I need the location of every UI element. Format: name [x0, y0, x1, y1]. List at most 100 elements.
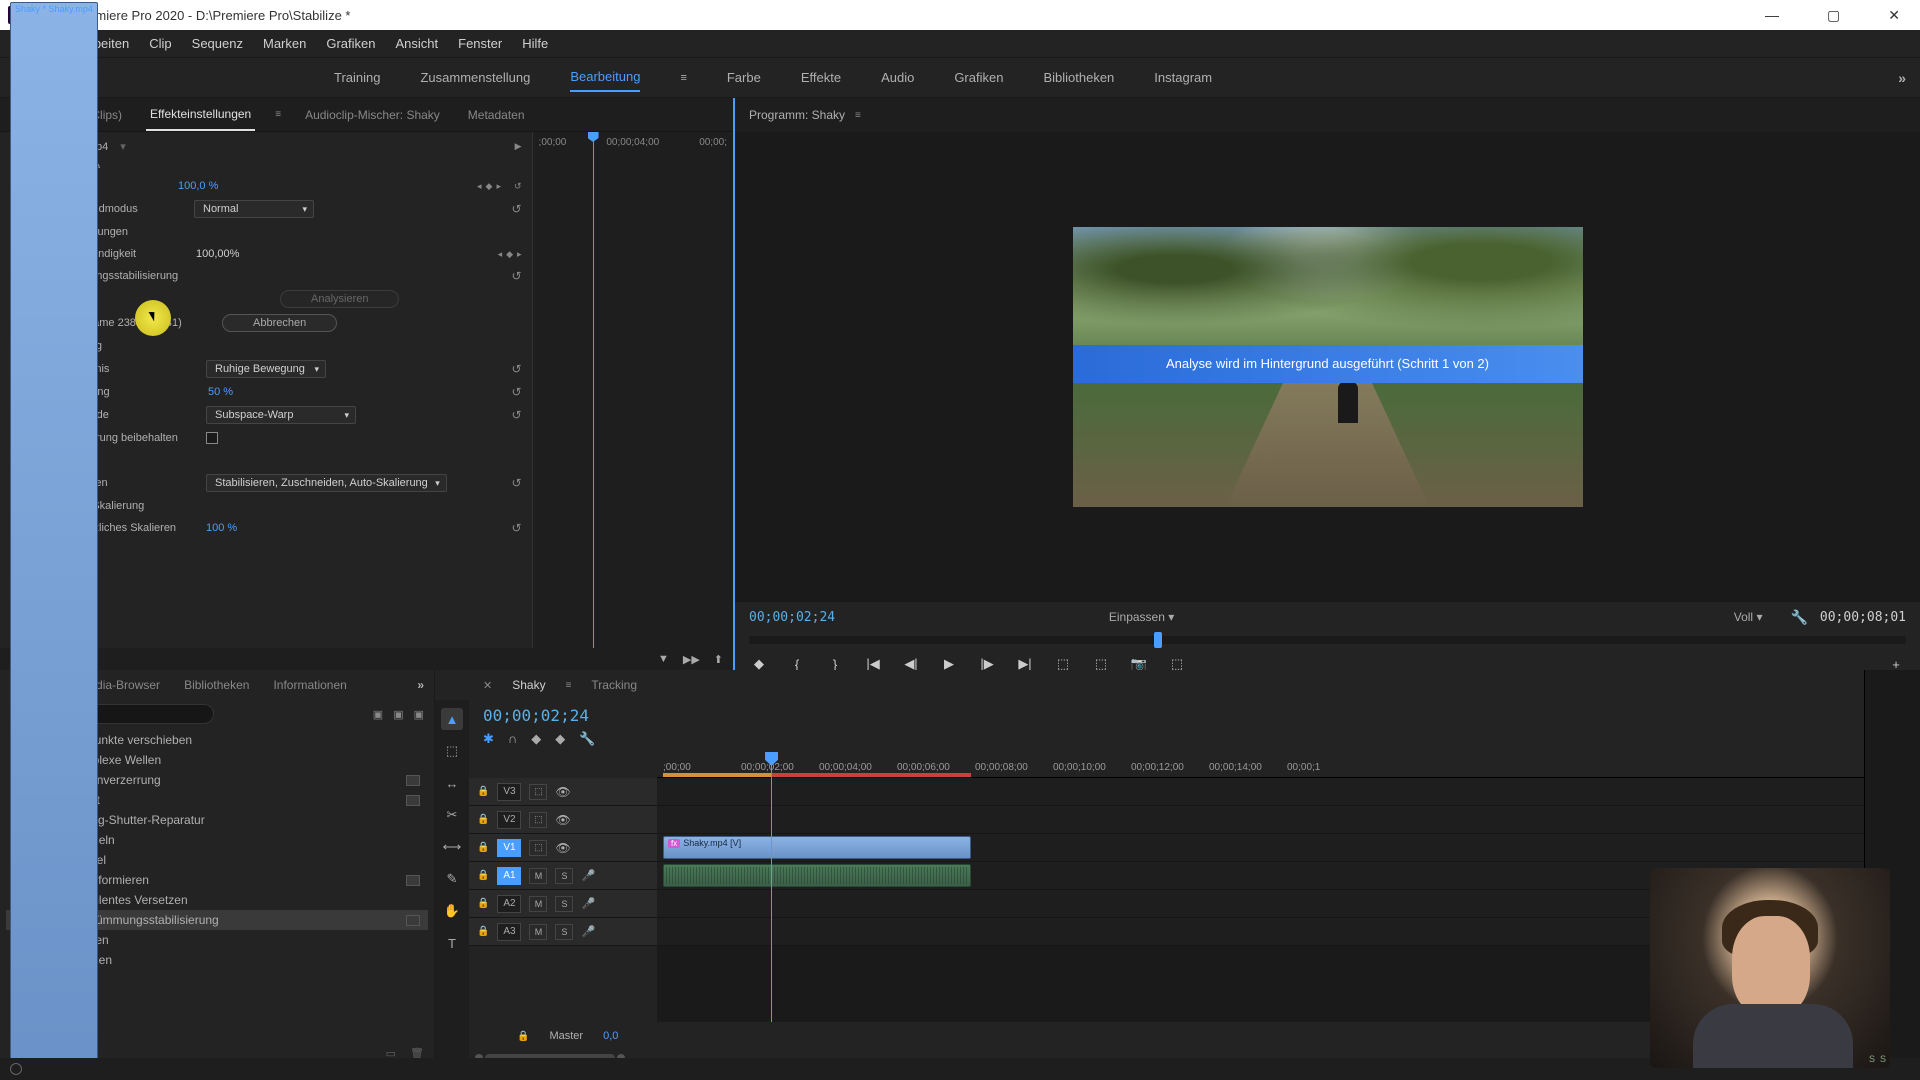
workspace-overflow-icon[interactable]: »	[1898, 70, 1906, 86]
solo-button[interactable]: S	[555, 896, 573, 912]
master-value[interactable]: 0,0	[603, 1030, 618, 1042]
track-header[interactable]: 🔒 A1 MS🎤	[469, 862, 657, 890]
ec-playhead[interactable]	[593, 132, 594, 648]
eye-icon[interactable]: 👁	[555, 813, 570, 827]
menu-clip[interactable]: Clip	[139, 32, 181, 55]
play-icon[interactable]: ▶▶	[683, 653, 700, 666]
track-select-tool-icon[interactable]: ⬚	[441, 740, 463, 762]
slip-tool-icon[interactable]: ⟷	[441, 836, 463, 858]
menu-sequenz[interactable]: Sequenz	[182, 32, 253, 55]
workspace-zusammenstellung[interactable]: Zusammenstellung	[420, 64, 530, 91]
sync-lock-icon[interactable]: ⬚	[529, 812, 547, 828]
track-header[interactable]: 🔒 V1 ⬚ 👁	[469, 834, 657, 862]
workspace-audio[interactable]: Audio	[881, 64, 914, 91]
video-track-lane[interactable]: fxShaky.mp4 [V]	[657, 834, 1864, 862]
video-clip[interactable]: fxShaky.mp4 [V]	[663, 836, 971, 859]
workspace-instagram[interactable]: Instagram	[1154, 64, 1212, 91]
eye-icon[interactable]: 👁	[555, 841, 570, 855]
reset-icon[interactable]: ↺	[511, 269, 521, 283]
reset-icon[interactable]: ↺	[514, 181, 522, 192]
overflow-icon[interactable]: »	[417, 678, 424, 692]
opacity-value[interactable]: 100,0 %	[178, 180, 218, 192]
timeline-playhead[interactable]	[771, 752, 772, 1022]
menu-ansicht[interactable]: Ansicht	[385, 32, 448, 55]
workspace-bearbeitung[interactable]: Bearbeitung	[570, 63, 640, 92]
tab-effect-controls[interactable]: Effekteinstellungen	[146, 99, 255, 131]
sync-lock-icon[interactable]: ⬚	[529, 840, 547, 856]
voice-over-icon[interactable]: 🎤	[581, 925, 595, 938]
reset-icon[interactable]: ↺	[511, 408, 521, 422]
addscale-value[interactable]: 100 %	[206, 522, 237, 534]
lock-icon[interactable]: 🔒	[477, 898, 489, 909]
panel-menu-icon[interactable]: ≡	[275, 109, 281, 120]
track-header[interactable]: 🔒 A3 MS 🎤	[469, 918, 657, 946]
voice-over-icon[interactable]: 🎤	[581, 897, 595, 910]
preset-icon[interactable]: ▣	[414, 708, 424, 721]
razor-tool-icon[interactable]: ✂	[441, 804, 463, 826]
add-key-icon[interactable]: ◆	[506, 249, 513, 260]
marker-icon[interactable]: ◆	[531, 731, 541, 747]
track-target[interactable]: A2	[497, 895, 521, 913]
track-target[interactable]: V2	[497, 811, 521, 829]
solo-button[interactable]: S	[555, 924, 573, 940]
framing-dropdown[interactable]: Stabilisieren, Zuschneiden, Auto-Skalier…	[206, 474, 447, 492]
tab-metadata[interactable]: Metadaten	[464, 100, 529, 130]
reset-icon[interactable]: ↺	[511, 385, 521, 399]
snap-icon[interactable]: ✱	[483, 731, 494, 747]
voice-over-icon[interactable]: 🎤	[581, 869, 595, 882]
lock-icon[interactable]: 🔒	[517, 1031, 529, 1042]
ripple-tool-icon[interactable]: ↔	[441, 772, 463, 794]
workspace-bibliotheken[interactable]: Bibliotheken	[1043, 64, 1114, 91]
close-button[interactable]: ✕	[1876, 3, 1912, 28]
sequence-clip-label[interactable]: Shaky * Shaky.mp4	[10, 132, 98, 648]
program-monitor[interactable]: Analyse wird im Hintergrund ausgeführt (…	[1073, 227, 1583, 507]
track-target[interactable]: V3	[497, 783, 521, 801]
settings-icon[interactable]: 🔧	[1790, 609, 1807, 626]
preset-folder-icon[interactable]: ▣	[373, 708, 383, 721]
timeline-timecode[interactable]: 00;00;02;24	[483, 706, 1850, 725]
workspace-training[interactable]: Training	[334, 64, 380, 91]
hand-tool-icon[interactable]: ✋	[441, 900, 463, 922]
tab-info[interactable]: Informationen	[273, 678, 346, 692]
wrench-icon[interactable]: 🔧	[579, 731, 595, 747]
video-track-lane[interactable]	[657, 778, 1864, 806]
sync-lock-icon[interactable]: ⬚	[529, 784, 547, 800]
mute-button[interactable]: M	[529, 868, 547, 884]
add-key-icon[interactable]: ◆	[486, 181, 493, 192]
lock-icon[interactable]: 🔒	[477, 926, 489, 937]
play-only-icon[interactable]: ▶	[515, 141, 522, 152]
prev-key-icon[interactable]: ◂	[498, 249, 503, 260]
reset-icon[interactable]: ↺	[511, 362, 521, 376]
lock-icon[interactable]: 🔒	[477, 842, 489, 853]
workspace-farbe[interactable]: Farbe	[727, 64, 761, 91]
lock-icon[interactable]: 🔒	[477, 870, 489, 881]
tab-libraries[interactable]: Bibliotheken	[184, 678, 249, 692]
tab-audio-mixer[interactable]: Audioclip-Mischer: Shaky	[301, 100, 444, 130]
preserve-scale-checkbox[interactable]	[206, 432, 218, 444]
program-timecode-current[interactable]: 00;00;02;24	[749, 610, 835, 625]
reset-icon[interactable]: ↺	[511, 202, 521, 216]
solo-button[interactable]: S	[555, 868, 573, 884]
video-track-lane[interactable]	[657, 806, 1864, 834]
track-header[interactable]: 🔒 A2 MS🎤	[469, 890, 657, 918]
workspace-grafiken[interactable]: Grafiken	[954, 64, 1003, 91]
workspace-menu-icon[interactable]: ≡	[680, 72, 686, 84]
lock-icon[interactable]: 🔒	[477, 814, 489, 825]
track-target[interactable]: A3	[497, 923, 521, 941]
maximize-button[interactable]: ▢	[1815, 3, 1852, 28]
reset-icon[interactable]: ↺	[511, 521, 521, 535]
selection-tool-icon[interactable]: ▲	[441, 708, 463, 730]
track-target[interactable]: V1	[497, 839, 521, 857]
menu-fenster[interactable]: Fenster	[448, 32, 512, 55]
menu-grafiken[interactable]: Grafiken	[316, 32, 385, 55]
method-dropdown[interactable]: Subspace-Warp	[206, 406, 356, 424]
eye-icon[interactable]: 👁	[555, 785, 570, 799]
program-scrubber[interactable]	[749, 636, 1906, 644]
workspace-effekte[interactable]: Effekte	[801, 64, 841, 91]
pen-tool-icon[interactable]: ✎	[441, 868, 463, 890]
blend-mode-dropdown[interactable]: Normal	[194, 200, 314, 218]
close-sequence-icon[interactable]: ✕	[483, 679, 492, 692]
cancel-button[interactable]: Abbrechen	[222, 314, 337, 332]
mute-button[interactable]: M	[529, 924, 547, 940]
settings-icon[interactable]: ◆	[555, 731, 565, 747]
